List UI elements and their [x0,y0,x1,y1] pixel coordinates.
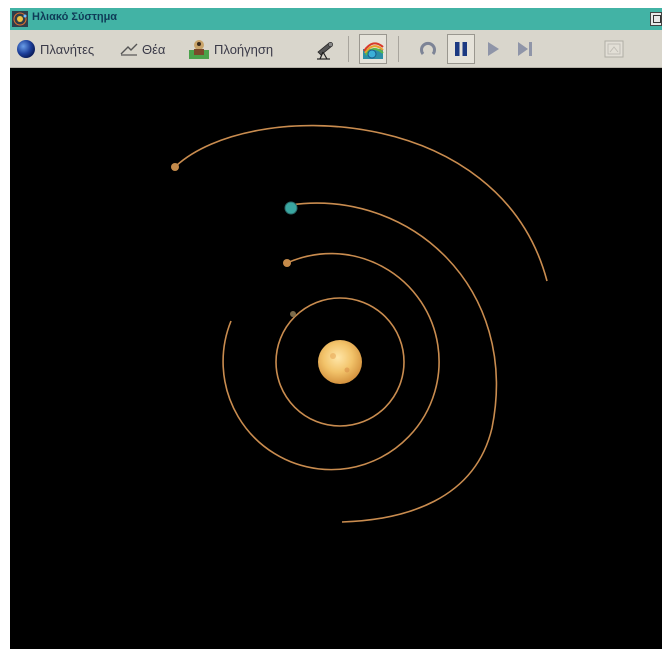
play-button[interactable] [479,34,507,64]
disabled-tool-icon [604,40,624,58]
planets-menu[interactable]: Πλανήτες [16,36,94,62]
planet-4[interactable] [171,163,179,171]
navigation-menu[interactable]: Πλοήγηση [188,36,273,62]
planet-2[interactable] [283,259,291,267]
title-bar[interactable]: Ηλιακό Σύστημα [10,8,662,30]
navigation-label: Πλοήγηση [214,41,274,57]
solar-system-view [171,124,548,523]
pause-icon [455,42,467,56]
view-menu[interactable]: Θέα [120,36,165,62]
planet-3[interactable] [284,201,298,215]
view-label: Θέα [142,41,166,57]
sun-spot [344,367,350,373]
view-icon [120,43,138,56]
planet-1[interactable] [290,311,296,317]
window-title: Ηλιακό Σύστημα [32,11,118,23]
orbits-icon [363,42,384,59]
solar-system-window: Ηλιακό Σύστημα Πλανήτες Θέα Πλοήγηση [0,0,662,649]
restore-button[interactable] [650,12,662,26]
toolbar-separator [348,36,349,62]
step-button[interactable] [511,34,539,64]
reset-icon [420,41,436,55]
step-icon [518,42,532,56]
reset-button[interactable] [414,34,442,64]
planets-icon [17,40,35,58]
planets-label: Πλανήτες [40,41,95,57]
telescope-icon [317,42,334,60]
disabled-tool-button[interactable] [600,34,628,64]
orbits-button[interactable] [359,34,387,64]
sun-spot [330,353,336,359]
sun[interactable] [318,340,362,384]
navigation-icon [189,40,209,59]
telescope-button[interactable] [311,34,339,64]
toolbar: Πλανήτες Θέα Πλοήγηση [10,30,662,68]
pause-button[interactable] [447,34,475,64]
space-view[interactable] [10,68,662,649]
app-icon [12,11,28,27]
play-icon [488,42,499,56]
toolbar-separator [398,36,399,62]
